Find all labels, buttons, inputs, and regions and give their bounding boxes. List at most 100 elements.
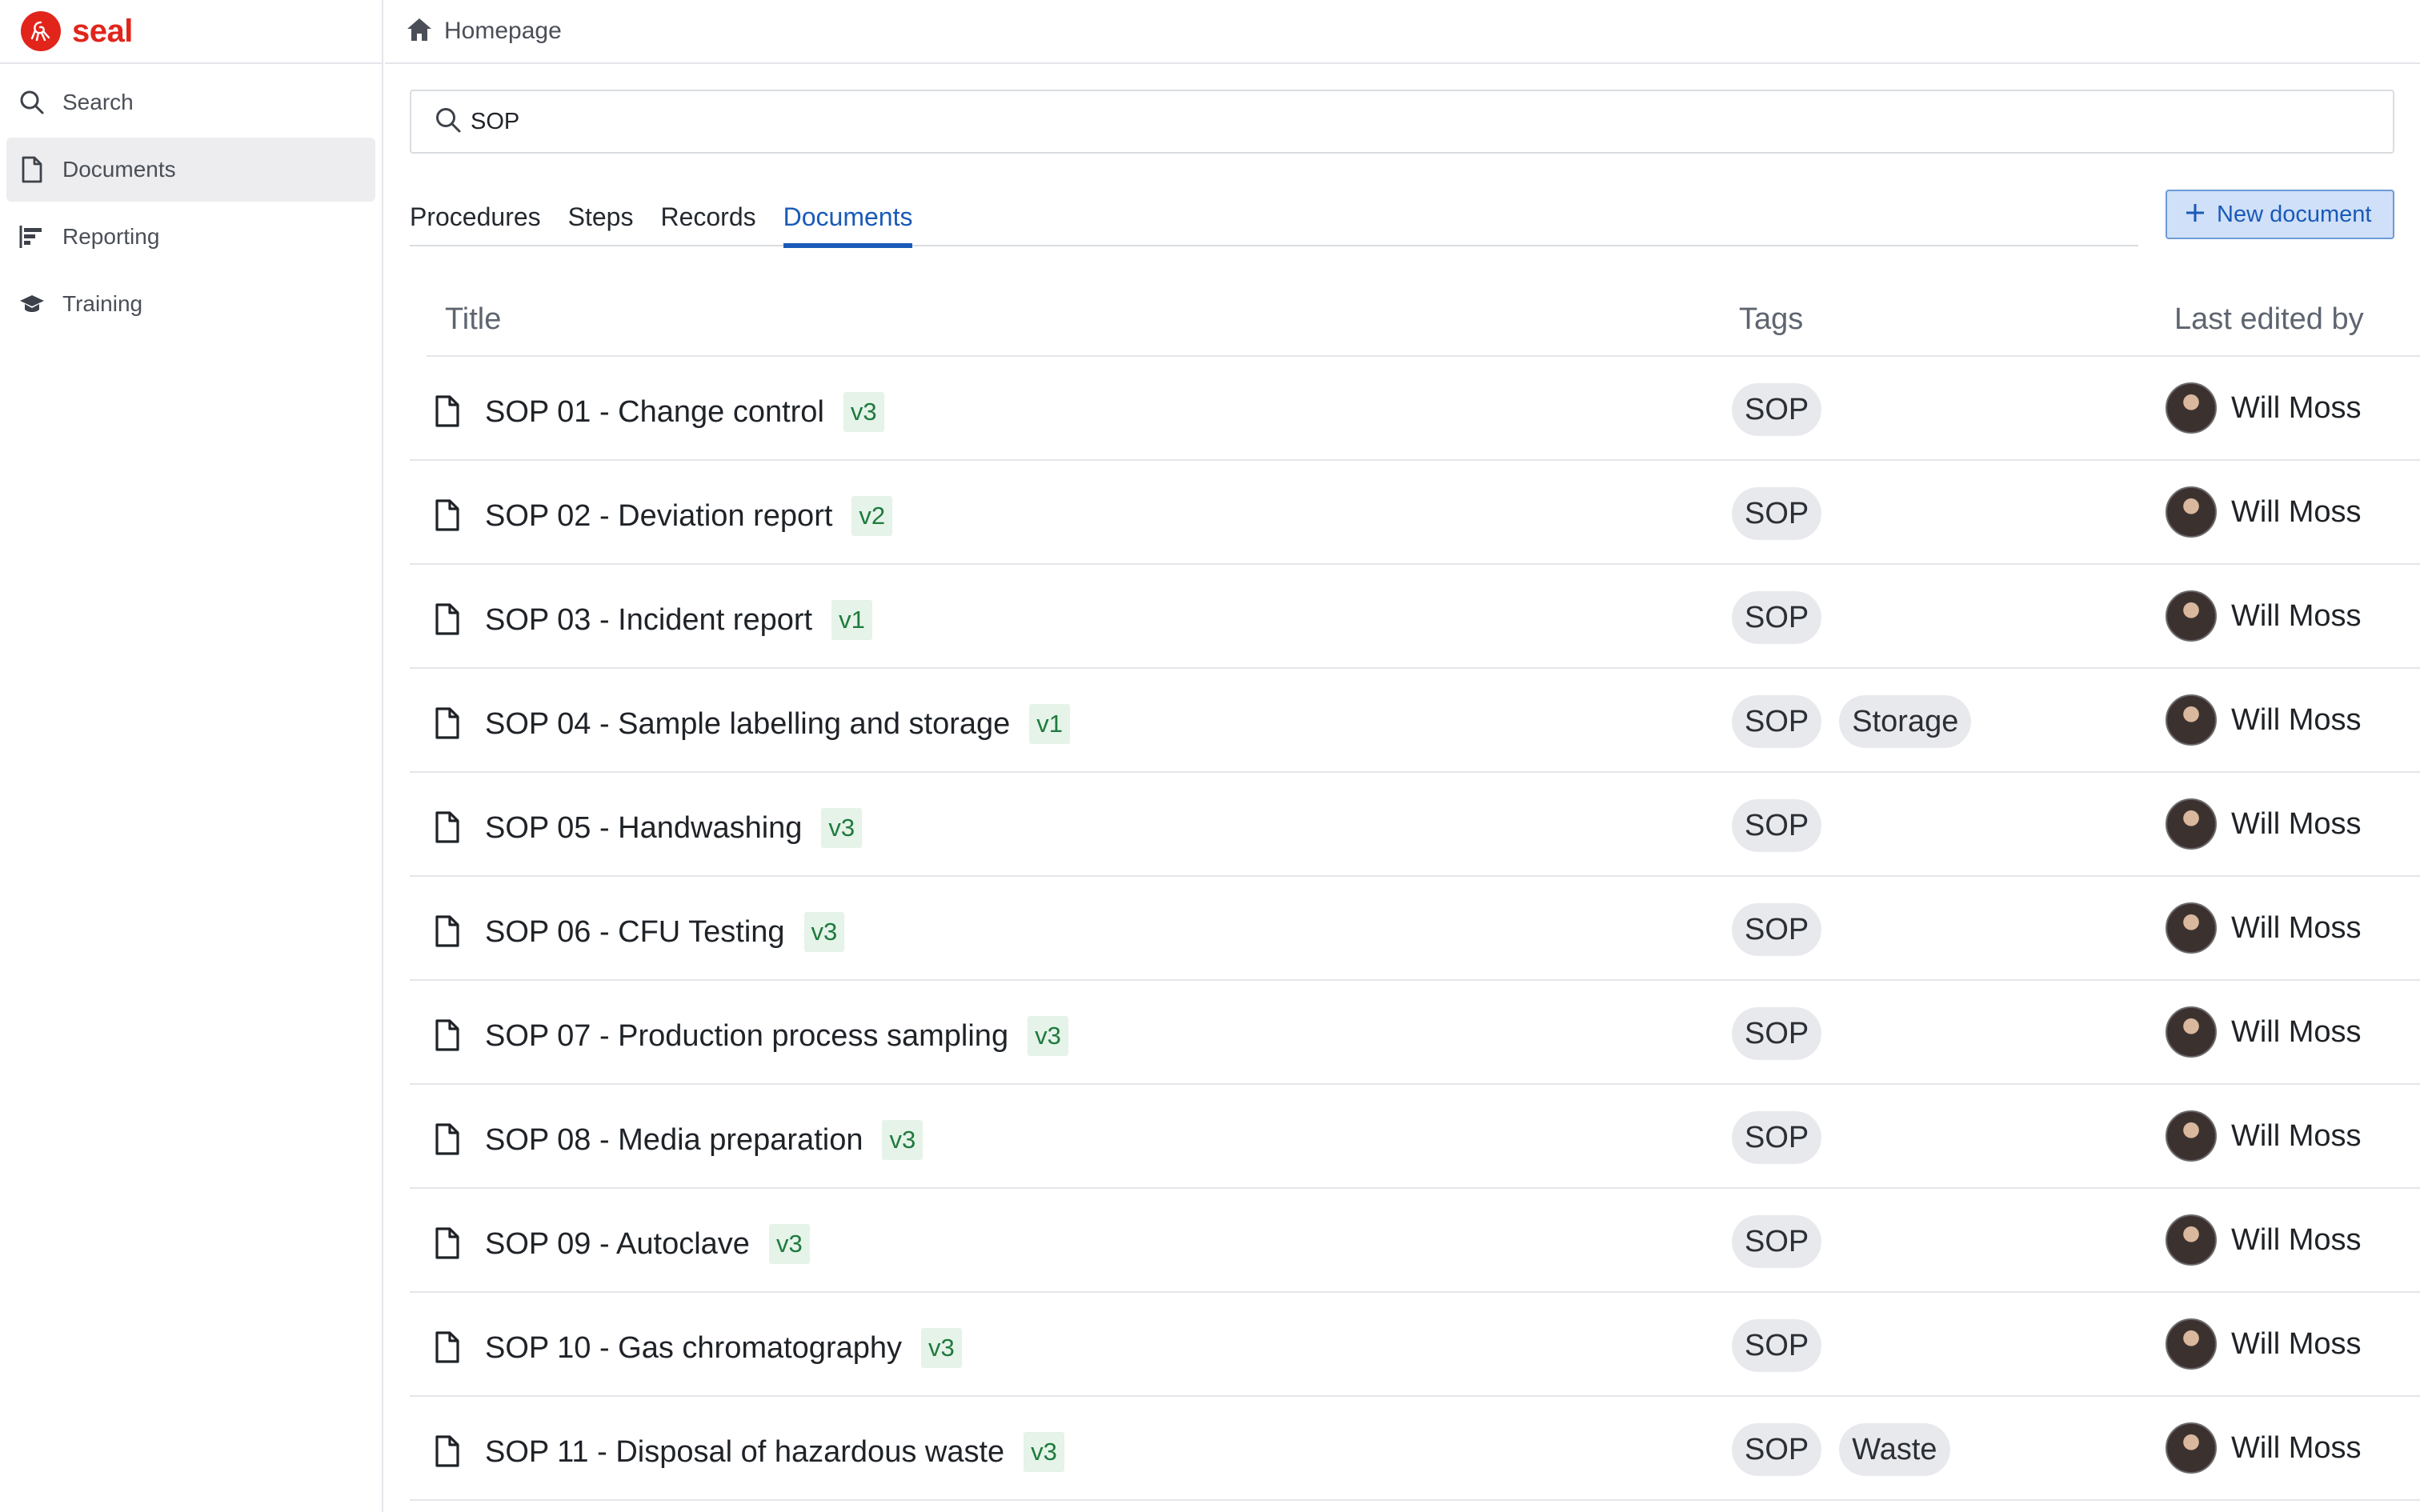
avatar <box>2166 1110 2217 1162</box>
column-header-tags[interactable]: Tags <box>1739 302 1803 337</box>
tag-chip[interactable]: SOP <box>1732 1111 1822 1164</box>
search-input[interactable] <box>471 108 2311 135</box>
home-icon[interactable] <box>406 17 433 46</box>
tab-procedures[interactable]: Procedures <box>410 189 541 246</box>
document-icon <box>434 1227 461 1259</box>
document-title[interactable]: SOP 05 - Handwashing v3 <box>485 808 863 848</box>
document-title[interactable]: SOP 01 - Change control v3 <box>485 392 884 432</box>
column-header-last-edited-by[interactable]: Last edited by <box>2174 302 2364 337</box>
tag-list: SOP <box>1732 1007 1839 1060</box>
document-title-text: SOP 08 - Media preparation <box>485 1122 863 1157</box>
version-badge: v2 <box>851 496 893 536</box>
avatar <box>2166 798 2217 850</box>
search-bar[interactable] <box>410 90 2394 154</box>
document-icon <box>434 1019 461 1051</box>
document-icon <box>434 811 461 843</box>
last-edited-by: Will Moss <box>2166 1006 2362 1058</box>
tab-steps[interactable]: Steps <box>568 189 634 246</box>
editor-name: Will Moss <box>2231 1222 2362 1257</box>
seal-logo-icon <box>21 11 61 51</box>
table-row[interactable]: SOP 08 - Media preparation v3 SOP Will Mo… <box>410 1085 2420 1189</box>
table-header: Title Tags Last edited by <box>427 288 2420 357</box>
tag-list: SOP <box>1732 591 1839 644</box>
tag-chip[interactable]: Storage <box>1839 695 1972 748</box>
version-badge: v3 <box>843 392 884 432</box>
table-row[interactable]: SOP 01 - Change control v3 SOP Will Moss <box>410 357 2420 461</box>
tag-chip[interactable]: SOP <box>1732 1319 1822 1372</box>
brand[interactable]: seal <box>0 0 382 64</box>
table-row[interactable]: SOP 11 - Disposal of hazardous waste v3 S… <box>410 1397 2420 1501</box>
table-row[interactable]: SOP 02 - Deviation report v2 SOP Will Mos… <box>410 461 2420 565</box>
documents-table-body: SOP 01 - Change control v3 SOP Will Moss … <box>410 357 2420 1501</box>
table-row[interactable]: SOP 07 - Production process sampling v3 S… <box>410 981 2420 1085</box>
editor-name: Will Moss <box>2231 598 2362 633</box>
table-row[interactable]: SOP 10 - Gas chromatography v3 SOP Will M… <box>410 1293 2420 1397</box>
tag-list: SOP <box>1732 1215 1839 1268</box>
document-title[interactable]: SOP 07 - Production process sampling v3 <box>485 1016 1068 1056</box>
sidebar-item-reporting[interactable]: Reporting <box>6 205 375 269</box>
document-title[interactable]: SOP 08 - Media preparation v3 <box>485 1120 924 1160</box>
tag-chip[interactable]: SOP <box>1732 487 1822 540</box>
last-edited-by: Will Moss <box>2166 694 2362 746</box>
sidebar: seal Search Documents Reporting Training <box>0 0 383 1512</box>
table-row[interactable]: SOP 04 - Sample labelling and storage v1 … <box>410 669 2420 773</box>
editor-name: Will Moss <box>2231 1014 2362 1049</box>
document-title[interactable]: SOP 06 - CFU Testing v3 <box>485 912 845 952</box>
document-icon <box>434 499 461 531</box>
tag-chip[interactable]: SOP <box>1732 591 1822 644</box>
document-title[interactable]: SOP 03 - Incident report v1 <box>485 600 872 640</box>
editor-name: Will Moss <box>2231 1326 2362 1361</box>
column-header-title[interactable]: Title <box>445 302 501 337</box>
topbar: Homepage <box>385 0 2420 64</box>
document-title-text: SOP 03 - Incident report <box>485 602 813 637</box>
avatar <box>2166 486 2217 538</box>
document-title-text: SOP 11 - Disposal of hazardous waste <box>485 1434 1005 1469</box>
avatar <box>2166 1318 2217 1370</box>
sidebar-item-documents[interactable]: Documents <box>6 138 375 202</box>
tag-chip[interactable]: SOP <box>1732 383 1822 436</box>
version-badge: v3 <box>882 1120 924 1160</box>
editor-name: Will Moss <box>2231 910 2362 945</box>
version-badge: v1 <box>831 600 872 640</box>
last-edited-by: Will Moss <box>2166 486 2362 538</box>
tag-chip[interactable]: SOP <box>1732 1007 1822 1060</box>
tag-chip[interactable]: SOP <box>1732 799 1822 852</box>
sidebar-item-training[interactable]: Training <box>6 272 375 336</box>
sidebar-item-label: Training <box>62 291 143 316</box>
tag-chip[interactable]: SOP <box>1732 695 1822 748</box>
tag-list: SOP <box>1732 383 1839 436</box>
tag-chip[interactable]: Waste <box>1839 1423 1950 1476</box>
tab-documents[interactable]: Documents <box>783 189 912 248</box>
reporting-icon <box>18 222 46 251</box>
document-title[interactable]: SOP 09 - Autoclave v3 <box>485 1224 810 1264</box>
graduation-cap-icon <box>18 290 46 318</box>
tag-chip[interactable]: SOP <box>1732 903 1822 956</box>
table-row[interactable]: SOP 05 - Handwashing v3 SOP Will Moss <box>410 773 2420 877</box>
document-icon <box>434 603 461 635</box>
document-title[interactable]: SOP 10 - Gas chromatography v3 <box>485 1328 962 1368</box>
editor-name: Will Moss <box>2231 494 2362 529</box>
editor-name: Will Moss <box>2231 806 2362 841</box>
sidebar-item-search[interactable]: Search <box>6 70 375 134</box>
tab-records[interactable]: Records <box>660 189 755 246</box>
avatar <box>2166 382 2217 434</box>
last-edited-by: Will Moss <box>2166 1318 2362 1370</box>
document-title[interactable]: SOP 02 - Deviation report v2 <box>485 496 893 536</box>
last-edited-by: Will Moss <box>2166 1422 2362 1474</box>
search-icon <box>18 88 46 117</box>
table-row[interactable]: SOP 06 - CFU Testing v3 SOP Will Moss <box>410 877 2420 981</box>
version-badge: v1 <box>1029 704 1071 744</box>
table-row[interactable]: SOP 09 - Autoclave v3 SOP Will Moss <box>410 1189 2420 1293</box>
table-row[interactable]: SOP 03 - Incident report v1 SOP Will Moss <box>410 565 2420 669</box>
document-icon <box>434 395 461 427</box>
tag-list: SOP <box>1732 1111 1839 1164</box>
document-title[interactable]: SOP 11 - Disposal of hazardous waste v3 <box>485 1432 1064 1472</box>
breadcrumb-homepage[interactable]: Homepage <box>444 18 562 45</box>
document-title[interactable]: SOP 04 - Sample labelling and storage v1 <box>485 704 1071 744</box>
version-badge: v3 <box>768 1224 810 1264</box>
tag-chip[interactable]: SOP <box>1732 1423 1822 1476</box>
tag-chip[interactable]: SOP <box>1732 1215 1822 1268</box>
sidebar-nav: Search Documents Reporting Training <box>0 64 382 336</box>
new-document-button[interactable]: New document <box>2166 190 2394 239</box>
document-title-text: SOP 04 - Sample labelling and storage <box>485 706 1011 741</box>
